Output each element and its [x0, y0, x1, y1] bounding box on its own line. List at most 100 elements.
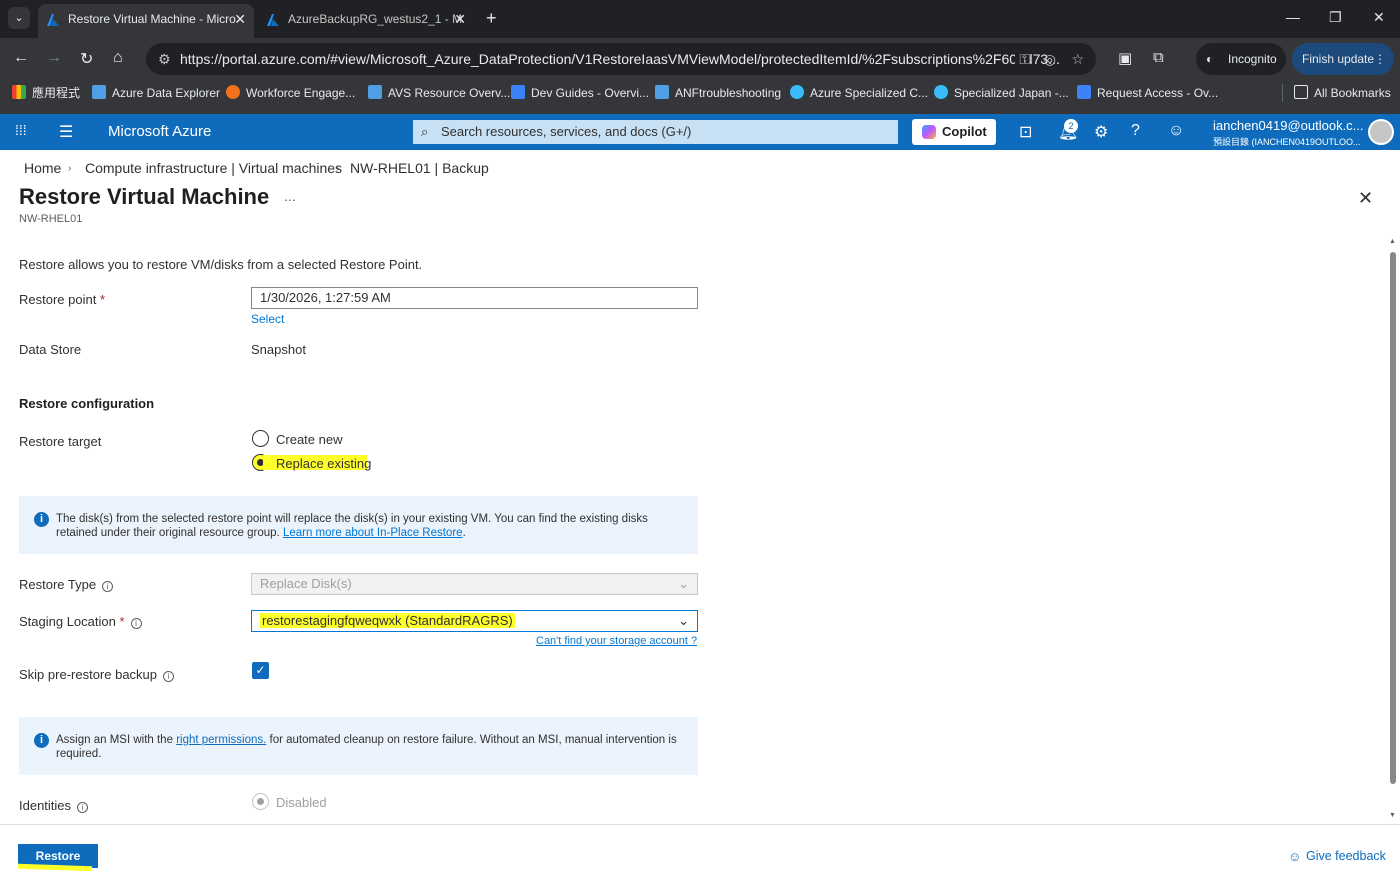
bookmark-icon [934, 85, 948, 99]
tab-title: Restore Virtual Machine - Micro [68, 12, 236, 26]
global-search-input[interactable]: ⌕ Search resources, services, and docs (… [413, 120, 898, 144]
tab-title: AzureBackupRG_westus2_1 - M [288, 12, 463, 26]
inplace-info-box: i The disk(s) from the selected restore … [19, 496, 698, 554]
more-options-icon[interactable]: ... [284, 188, 296, 204]
close-blade-icon[interactable]: ✕ [1358, 188, 1373, 209]
bookmark-dev-guides[interactable]: Dev Guides - Overvi... [511, 80, 649, 106]
folder-icon [1294, 85, 1308, 99]
help-icon[interactable]: ? [1131, 122, 1140, 140]
bookmark-label: Azure Specialized C... [810, 86, 929, 100]
avatar[interactable] [1368, 119, 1394, 145]
azure-brand[interactable]: Microsoft Azure [108, 123, 211, 140]
more-vert-icon: ⋮ [1374, 52, 1386, 66]
bookmark-label: Specialized Japan -... [954, 86, 1069, 100]
scroll-down-icon[interactable]: ▼ [1389, 812, 1396, 819]
cant-find-storage-link[interactable]: Can't find your storage account ? [536, 635, 697, 647]
option-create-new[interactable]: Create new [276, 432, 342, 447]
select-restore-point-link[interactable]: Select [251, 312, 284, 326]
info-tooltip-icon[interactable]: i [130, 618, 142, 629]
bookmark-azure-specialized[interactable]: Azure Specialized C... [790, 80, 928, 106]
breadcrumb-backup[interactable]: NW-RHEL01 | Backup [350, 160, 489, 176]
bookmark-specialized-japan[interactable]: Specialized Japan -... [934, 80, 1069, 106]
blade-footer: Restore ☺ Give feedback [0, 824, 1400, 888]
bookmark-label: 應用程式 [32, 86, 81, 100]
label-text: Staging Location [19, 614, 116, 629]
azure-top-bar: ⁞⁞⁞ ☰ Microsoft Azure ⌕ Search resources… [0, 114, 1400, 150]
forward-icon[interactable]: → [46, 49, 62, 67]
incognito-badge[interactable]: ◐ Incognito [1196, 43, 1286, 75]
staging-location-dropdown[interactable]: restorestagingfqweqwxk (StandardRAGRS) ⌄ [251, 610, 698, 632]
bookmark-label: Dev Guides - Overvi... [531, 86, 650, 100]
option-replace-existing[interactable]: Replace existing [276, 456, 371, 471]
close-window-icon[interactable]: ✕ [1373, 9, 1385, 26]
learn-more-link[interactable]: Learn more about In-Place Restore [283, 527, 463, 539]
close-tab-icon[interactable]: ✕ [454, 4, 466, 34]
scroll-up-icon[interactable]: ▲ [1389, 238, 1396, 245]
settings-gear-icon[interactable]: ⚙ [1094, 122, 1108, 142]
info-tooltip-icon[interactable]: i [77, 802, 89, 813]
scrollbar-thumb[interactable] [1390, 252, 1396, 784]
incognito-icon: ◐ [1206, 52, 1214, 66]
maximize-icon[interactable]: ❐ [1329, 9, 1342, 26]
tab-restore-vm[interactable]: Restore Virtual Machine - Micro ✕ [38, 4, 254, 38]
reload-icon[interactable]: ↻ [80, 49, 93, 69]
right-permissions-link[interactable]: right permissions. [176, 734, 266, 746]
notifications-badge: 2 [1064, 119, 1078, 133]
star-icon[interactable]: ☆ [1071, 43, 1084, 75]
cloud-shell-icon[interactable]: ⊡ [1019, 122, 1032, 142]
close-tab-icon[interactable]: ✕ [234, 4, 246, 34]
feedback-person-icon[interactable]: ☺ [1168, 122, 1184, 140]
info-tooltip-icon[interactable]: i [102, 581, 114, 592]
bookmark-workforce[interactable]: Workforce Engage... [226, 80, 355, 106]
restore-type-dropdown: Replace Disk(s) ⌄ [251, 573, 698, 595]
app-launcher-icon[interactable]: ⁞⁞⁞ [15, 122, 27, 138]
incognito-label: Incognito [1228, 52, 1277, 66]
key-icon[interactable]: ⚿ [1015, 43, 1030, 75]
minimize-icon[interactable]: — [1286, 9, 1300, 25]
site-info-icon[interactable]: ⚙ [158, 43, 171, 75]
puzzle-icon[interactable]: ⧉ [1153, 49, 1164, 66]
restore-type-value: Replace Disk(s) [260, 576, 352, 591]
identities-value: Disabled [276, 795, 327, 810]
skip-backup-checkbox[interactable]: ✓ [252, 662, 269, 679]
breadcrumb-vms[interactable]: Compute infrastructure | Virtual machine… [85, 160, 342, 176]
copilot-button[interactable]: Copilot [912, 119, 996, 145]
hamburger-menu-icon[interactable]: ☰ [59, 122, 73, 142]
msi-info-box: i Assign an MSI with the right permissio… [19, 717, 698, 775]
scrollbar[interactable]: ▲ ▼ [1388, 238, 1398, 824]
feedback-person-icon: ☺ [1288, 849, 1302, 864]
extension-icon[interactable]: ▣ [1118, 49, 1132, 67]
restore-point-label: Restore point * [19, 292, 105, 307]
data-store-value: Snapshot [251, 342, 306, 357]
radio-selected-dot [257, 798, 264, 805]
new-tab-button[interactable]: + [486, 8, 497, 29]
account-name[interactable]: ianchen0419@outlook.c... [1213, 118, 1364, 133]
info-tooltip-icon[interactable]: i [163, 671, 175, 682]
eye-off-icon[interactable]: ◎ [1044, 43, 1056, 75]
bookmark-anf[interactable]: ANFtroubleshooting [655, 80, 781, 106]
radio-create-new[interactable] [252, 430, 269, 447]
bookmark-request-access[interactable]: Request Access - Ov... [1077, 80, 1218, 106]
bookmark-icon [790, 85, 804, 99]
apps-grid-icon [12, 85, 26, 99]
tab-search-button[interactable]: ⌄ [8, 7, 30, 29]
breadcrumb-home[interactable]: Home [24, 160, 61, 176]
copilot-label: Copilot [942, 124, 987, 139]
azure-favicon-icon [267, 14, 279, 26]
restore-point-field[interactable]: 1/30/2026, 1:27:59 AM [251, 287, 698, 309]
home-icon[interactable]: ⌂ [113, 49, 123, 67]
bookmark-avs[interactable]: AVS Resource Overv... [368, 80, 510, 106]
finish-update-button[interactable]: Finish update ⋮ [1292, 43, 1394, 75]
account-directory[interactable]: 預設目錄 (IANCHEN0419OUTLOO... [1213, 135, 1361, 148]
bookmark-apps[interactable]: 應用程式 [12, 80, 80, 106]
give-feedback-link[interactable]: Give feedback [1306, 849, 1386, 863]
address-bar[interactable]: ⚙ https://portal.azure.com/#view/Microso… [146, 43, 1096, 75]
tab-backup-rg[interactable]: AzureBackupRG_westus2_1 - M ✕ [258, 4, 474, 38]
bookmark-azure-data-explorer[interactable]: Azure Data Explorer [92, 80, 220, 106]
back-icon[interactable]: ← [13, 49, 29, 67]
bookmark-label: All Bookmarks [1314, 86, 1391, 100]
search-icon: ⌕ [421, 124, 429, 139]
all-bookmarks[interactable]: All Bookmarks [1294, 80, 1391, 106]
browser-tab-strip: ⌄ Restore Virtual Machine - Micro ✕ Azur… [0, 0, 1400, 38]
label-text: Skip pre-restore backup [19, 667, 158, 682]
